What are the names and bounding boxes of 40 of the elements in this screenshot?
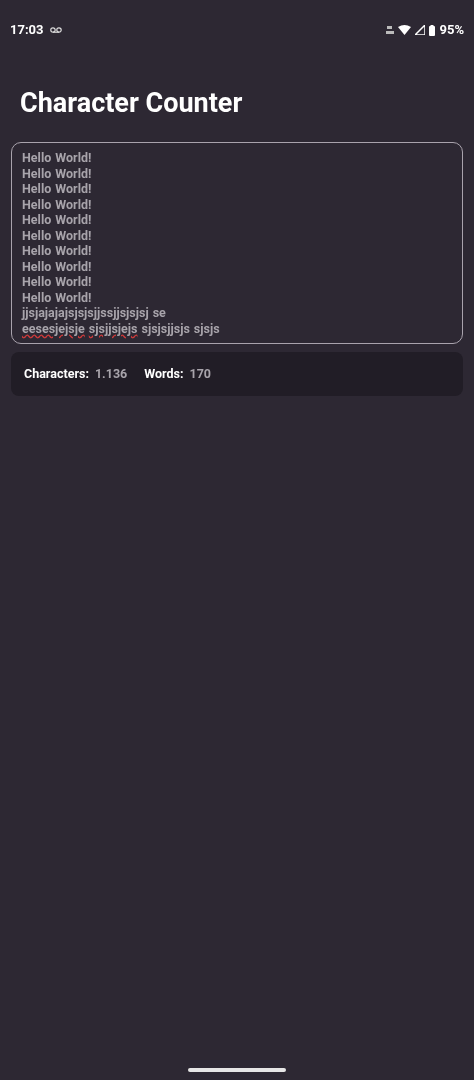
text-word: Hello [22,165,52,181]
text-word: Hello [22,227,52,243]
stat-label: Words: [144,364,184,383]
stat-label: Characters: [24,364,89,383]
home-indicator[interactable] [188,1068,286,1072]
text-word: World! [55,227,92,243]
stat-value: 1.136 [94,364,128,383]
text-word: Hello [22,150,52,166]
text-word: sjsjsjjsjs [141,320,190,336]
text-word: World! [55,165,92,181]
text-word: se [152,305,166,321]
text-word: Hello [22,243,52,259]
text-word: Hello [22,212,52,228]
wifi-icon [398,25,412,35]
volte-icon [386,25,395,35]
clock: 17:03 [10,21,44,40]
text-word: World! [55,243,92,259]
text-word: eesesjejsje [22,320,85,336]
text-word: Hello [22,274,52,290]
text-word: Hello [22,181,52,197]
page-title: Character Counter [20,86,243,120]
text-word: World! [55,258,92,274]
signal-icon [415,25,426,35]
text-word: Hello [22,258,52,274]
text-word: World! [55,181,92,197]
voicemail-icon [49,27,62,33]
text-word: World! [55,212,92,228]
text-word: Hello [22,196,52,212]
text-word: World! [55,289,92,305]
text-word: World! [55,196,92,212]
text-word: jjsjajajajsjsjsjjssjjsjsjsj [22,305,149,321]
stat-value: 170 [189,364,212,383]
text-word: Hello [22,289,52,305]
text-word: World! [55,150,92,166]
battery-percent: 95% [439,21,464,40]
text-word: sjsjjsjejs [88,320,138,336]
text-area[interactable]: Hello World! Hello World! Hello World! Hello World! Hello World! Hello World! Hello World! Hello World! Hello World! Hello World! jjsjajajajsjsjsjjssjjsjsjsj se eesesjejsje sjsjjsjejs sjsjsjjsjs sjsjs [11,142,463,344]
battery-icon [429,24,436,36]
text-word: sjsjs [193,320,220,336]
text-word: World! [55,274,92,290]
